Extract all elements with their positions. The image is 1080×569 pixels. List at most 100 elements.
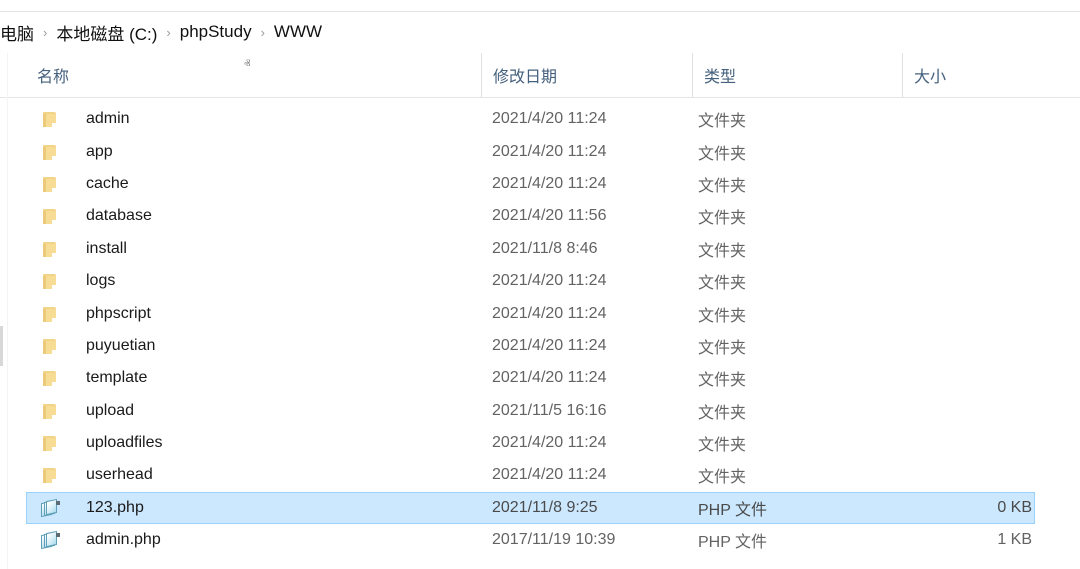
breadcrumb-item-phpstudy[interactable]: phpStudy <box>178 21 254 43</box>
file-name-label: admin <box>86 110 130 128</box>
file-name-cell[interactable]: uploadfiles <box>40 427 480 459</box>
chevron-right-icon: › <box>260 24 265 40</box>
date-modified-label: 2021/4/20 11:24 <box>492 369 607 387</box>
file-size-cell: 0 KB <box>902 492 1032 524</box>
file-name-label: puyuetian <box>86 336 156 354</box>
column-header-name-label: 名称 <box>37 69 70 86</box>
date-modified-label: 2021/4/20 11:24 <box>492 272 607 290</box>
breadcrumb-item-computer[interactable]: 电脑 <box>0 19 36 46</box>
file-size-cell <box>902 233 1032 265</box>
file-size-cell <box>902 135 1032 167</box>
file-type-cell: PHP 文件 <box>698 524 894 556</box>
file-name-cell[interactable]: 123.php <box>40 492 480 524</box>
file-name-cell[interactable]: admin <box>40 103 480 135</box>
file-type-cell: 文件夹 <box>698 297 894 329</box>
file-size-cell <box>902 459 1032 491</box>
file-type-label: 文件夹 <box>698 275 747 293</box>
file-type-label: 文件夹 <box>698 469 747 487</box>
chevron-right-icon: › <box>166 24 171 40</box>
file-name-label: cache <box>86 174 129 192</box>
folder-icon <box>40 304 60 324</box>
file-name-label: userhead <box>86 466 153 484</box>
date-modified-label: 2017/11/19 10:39 <box>492 531 616 549</box>
file-type-cell: 文件夹 <box>698 168 894 200</box>
file-name-label: template <box>86 369 148 387</box>
file-size-label: 0 KB <box>997 498 1032 516</box>
column-header-date-modified[interactable]: 修改日期 <box>481 53 692 97</box>
file-size-cell <box>902 362 1032 394</box>
file-size-cell <box>902 427 1032 459</box>
date-modified-cell: 2021/4/20 11:24 <box>492 265 688 297</box>
file-name-cell[interactable]: template <box>40 362 480 394</box>
file-type-label: 文件夹 <box>698 339 747 357</box>
file-list-row[interactable]: cache 2021/4/20 11:24 文件夹 <box>0 168 1080 200</box>
file-name-cell[interactable]: app <box>40 135 480 167</box>
column-header-size[interactable]: 大小 <box>902 53 1042 97</box>
file-list-row[interactable]: phpscript 2021/4/20 11:24 文件夹 <box>0 297 1080 329</box>
date-modified-label: 2021/4/20 11:24 <box>492 304 607 322</box>
chevron-right-icon: › <box>43 24 48 40</box>
column-header-type-label: 类型 <box>704 69 737 86</box>
file-name-cell[interactable]: puyuetian <box>40 330 480 362</box>
file-name-cell[interactable]: userhead <box>40 459 480 491</box>
file-name-cell[interactable]: cache <box>40 168 480 200</box>
column-header-name[interactable]: 名称 <box>26 53 481 97</box>
file-name-label: admin.php <box>86 531 161 549</box>
file-size-cell: 1 KB <box>902 524 1032 556</box>
file-list-row[interactable]: admin.php 2017/11/19 10:39 PHP 文件 1 KB <box>0 524 1080 556</box>
file-name-cell[interactable]: logs <box>40 265 480 297</box>
file-name-cell[interactable]: phpscript <box>40 297 480 329</box>
date-modified-label: 2021/4/20 11:24 <box>492 336 607 354</box>
file-list-row[interactable]: puyuetian 2021/4/20 11:24 文件夹 <box>0 330 1080 362</box>
file-type-label: 文件夹 <box>698 404 747 422</box>
date-modified-cell: 2021/4/20 11:24 <box>492 459 688 491</box>
folder-icon <box>40 401 60 421</box>
php-file-icon <box>40 498 60 518</box>
breadcrumb[interactable]: 电脑 › 本地磁盘 (C:) › phpStudy › WWW <box>0 12 1080 52</box>
folder-icon <box>40 206 60 226</box>
file-list-row[interactable]: logs 2021/4/20 11:24 文件夹 <box>0 265 1080 297</box>
date-modified-cell: 2021/4/20 11:24 <box>492 427 688 459</box>
folder-icon <box>40 433 60 453</box>
file-list-row[interactable]: 123.php 2021/11/8 9:25 PHP 文件 0 KB <box>0 491 1080 525</box>
date-modified-label: 2021/4/20 11:24 <box>492 174 607 192</box>
date-modified-label: 2021/4/20 11:24 <box>492 142 607 160</box>
file-type-label: PHP 文件 <box>698 501 768 519</box>
file-name-cell[interactable]: database <box>40 200 480 232</box>
file-type-cell: 文件夹 <box>698 135 894 167</box>
file-type-cell: 文件夹 <box>698 103 894 135</box>
file-type-label: PHP 文件 <box>698 534 768 552</box>
date-modified-label: 2021/11/5 16:16 <box>492 401 607 419</box>
date-modified-cell: 2021/4/20 11:24 <box>492 103 688 135</box>
column-header-type[interactable]: 类型 <box>692 53 902 97</box>
file-list-row[interactable]: template 2021/4/20 11:24 文件夹 <box>0 362 1080 394</box>
file-list-row[interactable]: app 2021/4/20 11:24 文件夹 <box>0 135 1080 167</box>
folder-icon <box>40 271 60 291</box>
file-type-cell: 文件夹 <box>698 362 894 394</box>
file-name-label: install <box>86 239 127 257</box>
date-modified-cell: 2021/4/20 11:56 <box>492 200 688 232</box>
sort-ascending-icon: ⱏ <box>244 57 251 72</box>
file-list-row[interactable]: upload 2021/11/5 16:16 文件夹 <box>0 395 1080 427</box>
file-name-label: database <box>86 207 152 225</box>
file-name-cell[interactable]: install <box>40 233 480 265</box>
date-modified-cell: 2021/4/20 11:24 <box>492 168 688 200</box>
file-list-row[interactable]: userhead 2021/4/20 11:24 文件夹 <box>0 459 1080 491</box>
folder-icon <box>40 465 60 485</box>
breadcrumb-item-www[interactable]: WWW <box>272 21 324 43</box>
file-list-row[interactable]: uploadfiles 2021/4/20 11:24 文件夹 <box>0 427 1080 459</box>
folder-icon <box>40 336 60 356</box>
date-modified-label: 2021/11/8 8:46 <box>492 239 598 257</box>
file-list-row[interactable]: database 2021/4/20 11:56 文件夹 <box>0 200 1080 232</box>
file-name-cell[interactable]: admin.php <box>40 524 480 556</box>
file-list[interactable]: admin 2021/4/20 11:24 文件夹 app 2021/4/20 11:2… <box>0 103 1080 556</box>
file-type-label: 文件夹 <box>698 145 747 163</box>
file-type-cell: 文件夹 <box>698 427 894 459</box>
file-list-row[interactable]: admin 2021/4/20 11:24 文件夹 <box>0 103 1080 135</box>
breadcrumb-item-local-disk-c[interactable]: 本地磁盘 (C:) <box>54 19 159 46</box>
file-name-cell[interactable]: upload <box>40 395 480 427</box>
file-type-label: 文件夹 <box>698 177 747 195</box>
folder-icon <box>40 239 60 259</box>
file-type-cell: 文件夹 <box>698 459 894 491</box>
file-list-row[interactable]: install 2021/11/8 8:46 文件夹 <box>0 233 1080 265</box>
